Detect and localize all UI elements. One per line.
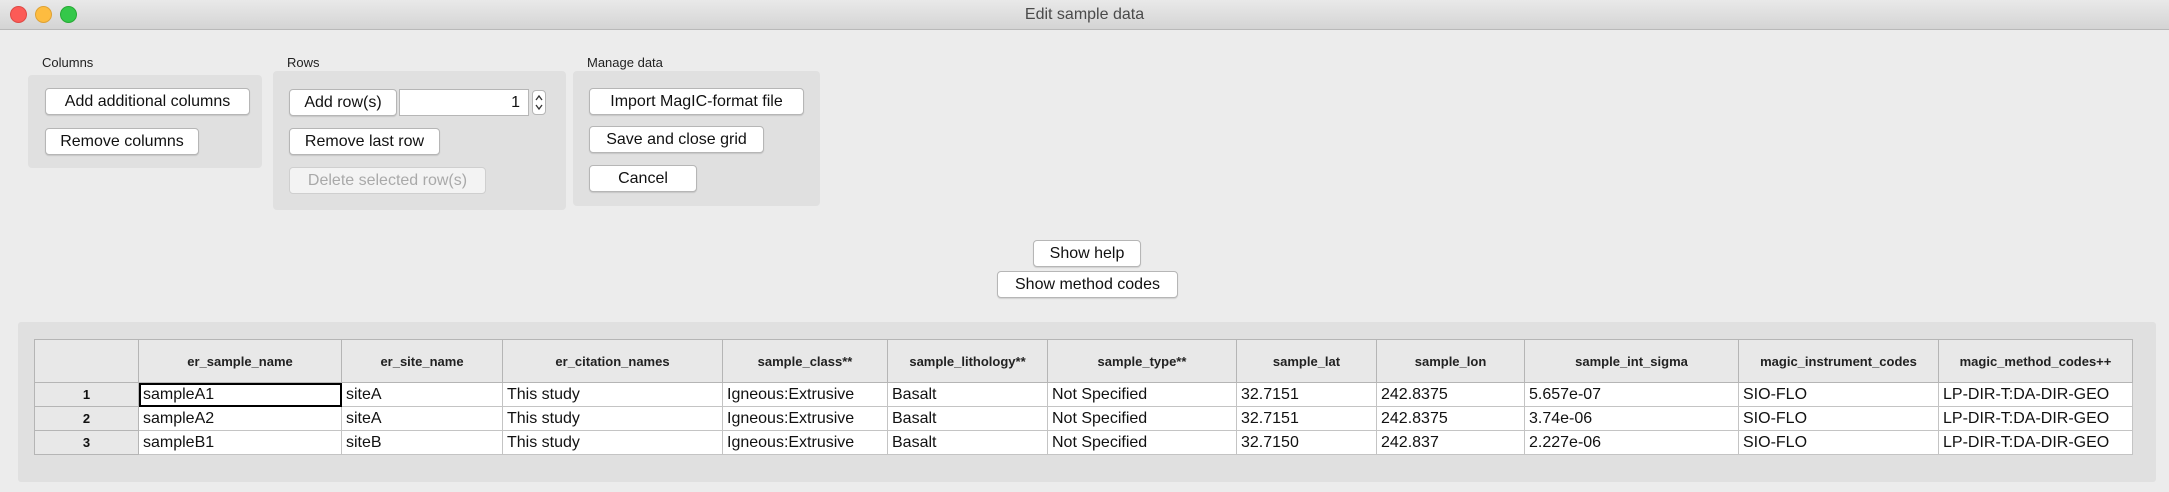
table-row: 2 sampleA2 siteA This study Igneous:Extr… [34, 406, 2133, 431]
sample-data-grid: er_sample_name er_site_name er_citation_… [34, 339, 2133, 455]
grid-cell[interactable]: siteA [341, 382, 503, 407]
column-header[interactable]: sample_type** [1047, 339, 1237, 383]
stepper-arrows-icon [535, 94, 543, 111]
column-header[interactable]: sample_int_sigma [1524, 339, 1739, 383]
show-help-button[interactable]: Show help [1033, 240, 1141, 267]
column-header[interactable]: magic_method_codes++ [1938, 339, 2133, 383]
grid-cell[interactable]: 2.227e-06 [1524, 430, 1739, 455]
grid-cell[interactable]: Not Specified [1047, 406, 1237, 431]
grid-cell[interactable]: Not Specified [1047, 382, 1237, 407]
grid-cell[interactable]: sampleA1 [138, 382, 342, 407]
show-method-codes-button[interactable]: Show method codes [997, 271, 1178, 298]
title-bar: Edit sample data [0, 0, 2169, 30]
column-header[interactable]: sample_lithology** [887, 339, 1048, 383]
column-header[interactable]: sample_class** [722, 339, 888, 383]
grid-corner-cell[interactable] [34, 339, 139, 383]
row-header[interactable]: 1 [34, 382, 139, 407]
delete-selected-rows-button[interactable]: Delete selected row(s) [289, 167, 486, 194]
grid-cell[interactable]: LP-DIR-T:DA-DIR-GEO [1938, 430, 2133, 455]
column-header[interactable]: er_site_name [341, 339, 503, 383]
grid-cell[interactable]: Not Specified [1047, 430, 1237, 455]
grid-cell[interactable]: siteA [341, 406, 503, 431]
remove-last-row-button[interactable]: Remove last row [289, 128, 440, 155]
manage-data-group-label: Manage data [587, 55, 663, 70]
grid-cell[interactable]: SIO-FLO [1738, 406, 1939, 431]
cancel-button[interactable]: Cancel [589, 165, 697, 192]
grid-cell[interactable]: 242.8375 [1376, 406, 1525, 431]
grid-cell[interactable]: This study [502, 406, 723, 431]
window-title: Edit sample data [1024, 6, 1145, 23]
add-rows-button[interactable]: Add row(s) [289, 89, 397, 116]
grid-cell[interactable]: LP-DIR-T:DA-DIR-GEO [1938, 406, 2133, 431]
column-header[interactable]: er_citation_names [502, 339, 723, 383]
grid-cell[interactable]: 32.7151 [1236, 406, 1377, 431]
column-header[interactable]: er_sample_name [138, 339, 342, 383]
grid-cell[interactable]: This study [502, 382, 723, 407]
grid-cell[interactable]: This study [502, 430, 723, 455]
column-header[interactable]: magic_instrument_codes [1738, 339, 1939, 383]
row-count-input[interactable]: 1 [399, 89, 529, 116]
columns-group-label: Columns [42, 55, 94, 70]
grid-cell[interactable]: 5.657e-07 [1524, 382, 1739, 407]
grid-cell[interactable]: SIO-FLO [1738, 382, 1939, 407]
grid-cell[interactable]: sampleA2 [138, 406, 342, 431]
grid-cell[interactable]: Igneous:Extrusive [722, 382, 888, 407]
grid-cell[interactable]: siteB [341, 430, 503, 455]
grid-cell[interactable]: Igneous:Extrusive [722, 430, 888, 455]
row-count-stepper[interactable] [532, 90, 546, 115]
grid-cell[interactable]: LP-DIR-T:DA-DIR-GEO [1938, 382, 2133, 407]
save-and-close-button[interactable]: Save and close grid [589, 126, 764, 153]
row-header[interactable]: 3 [34, 430, 139, 455]
add-columns-button[interactable]: Add additional columns [45, 88, 250, 115]
grid-cell[interactable]: 32.7150 [1236, 430, 1377, 455]
grid-cell[interactable]: 242.837 [1376, 430, 1525, 455]
grid-cell[interactable]: 32.7151 [1236, 382, 1377, 407]
grid-cell[interactable]: sampleB1 [138, 430, 342, 455]
grid-cell[interactable]: Basalt [887, 406, 1048, 431]
column-header[interactable]: sample_lon [1376, 339, 1525, 383]
column-header[interactable]: sample_lat [1236, 339, 1377, 383]
grid-cell[interactable]: Basalt [887, 382, 1048, 407]
table-row: 1 sampleA1 siteA This study Igneous:Extr… [34, 382, 2133, 407]
import-magic-file-button[interactable]: Import MagIC-format file [589, 88, 804, 115]
row-header[interactable]: 2 [34, 406, 139, 431]
grid-header-row: er_sample_name er_site_name er_citation_… [34, 339, 2133, 383]
grid-cell[interactable]: SIO-FLO [1738, 430, 1939, 455]
grid-cell[interactable]: 242.8375 [1376, 382, 1525, 407]
table-row: 3 sampleB1 siteB This study Igneous:Extr… [34, 430, 2133, 455]
grid-cell[interactable]: Basalt [887, 430, 1048, 455]
rows-group-label: Rows [287, 55, 320, 70]
grid-cell[interactable]: Igneous:Extrusive [722, 406, 888, 431]
remove-columns-button[interactable]: Remove columns [45, 128, 199, 155]
grid-cell[interactable]: 3.74e-06 [1524, 406, 1739, 431]
